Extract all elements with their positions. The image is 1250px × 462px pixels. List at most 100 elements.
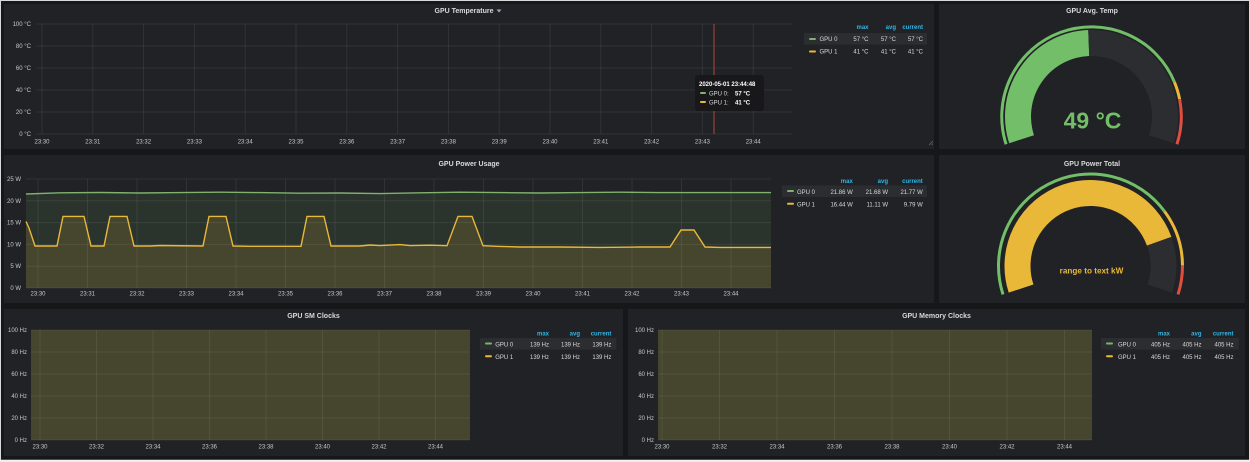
svg-text:GPU 0: GPU 0 [820,37,839,43]
svg-text:23:42: 23:42 [644,140,660,146]
svg-text:23:36: 23:36 [339,140,355,146]
svg-text:57 °C: 57 °C [853,37,869,43]
svg-text:23:32: 23:32 [136,140,152,146]
svg-text:100 Hz: 100 Hz [8,328,27,334]
svg-text:max: max [1158,331,1171,337]
svg-text:GPU Avg. Temp: GPU Avg. Temp [1066,8,1118,15]
svg-text:max: max [841,179,854,185]
svg-text:23:41: 23:41 [575,292,591,298]
svg-text:23:37: 23:37 [390,140,406,146]
svg-text:23:35: 23:35 [288,140,304,146]
svg-text:40 Hz: 40 Hz [638,394,654,400]
svg-text:max: max [537,331,550,337]
svg-text:23:39: 23:39 [476,292,492,298]
svg-text:9.79 W: 9.79 W [904,203,923,209]
svg-text:0 Hz: 0 Hz [642,438,654,444]
svg-text:80 Hz: 80 Hz [11,350,27,356]
svg-text:23:33: 23:33 [187,140,203,146]
svg-text:41 °C: 41 °C [908,49,924,55]
svg-text:41 °C: 41 °C [735,101,751,107]
svg-text:16.44 W: 16.44 W [830,203,853,209]
svg-text:23:36: 23:36 [202,445,218,451]
svg-text:GPU 0: GPU 0 [1118,342,1137,348]
svg-text:57 °C: 57 °C [735,92,751,98]
svg-text:current: current [1213,331,1234,337]
svg-text:0 Hz: 0 Hz [15,438,27,444]
svg-text:40 Hz: 40 Hz [11,394,27,400]
svg-text:80 °C: 80 °C [16,44,32,50]
svg-text:GPU 1:: GPU 1: [709,101,729,107]
svg-text:41 °C: 41 °C [853,49,869,55]
svg-text:23:34: 23:34 [238,140,254,146]
svg-text:0 °C: 0 °C [19,132,31,138]
svg-text:23:34: 23:34 [228,292,244,298]
svg-text:23:42: 23:42 [371,445,387,451]
svg-text:0 W: 0 W [10,286,21,292]
svg-text:23:38: 23:38 [441,140,457,146]
svg-text:405 Hz: 405 Hz [1151,355,1170,361]
svg-text:60 Hz: 60 Hz [11,372,27,378]
svg-text:2020-05-01 23:44:48: 2020-05-01 23:44:48 [699,82,756,88]
svg-text:20 Hz: 20 Hz [638,416,654,422]
svg-text:405 Hz: 405 Hz [1214,342,1233,348]
svg-text:GPU 0:: GPU 0: [709,92,729,98]
svg-text:23:36: 23:36 [827,445,843,451]
svg-text:100 °C: 100 °C [13,22,32,28]
svg-text:23:30: 23:30 [34,140,50,146]
svg-text:139 Hz: 139 Hz [561,342,580,348]
svg-text:23:40: 23:40 [525,292,541,298]
svg-text:21.86 W: 21.86 W [830,190,853,196]
svg-text:GPU 0: GPU 0 [797,190,816,196]
svg-text:GPU Power Usage: GPU Power Usage [438,161,499,168]
svg-text:15 W: 15 W [7,221,21,227]
svg-text:405 Hz: 405 Hz [1151,342,1170,348]
svg-text:avg: avg [1191,331,1202,337]
svg-text:23:44: 23:44 [1057,445,1073,451]
svg-text:23:38: 23:38 [258,445,274,451]
svg-text:20 Hz: 20 Hz [11,416,27,422]
svg-text:range to text kW: range to text kW [1060,267,1124,276]
svg-text:100 Hz: 100 Hz [635,328,654,334]
svg-text:GPU Memory Clocks: GPU Memory Clocks [902,313,971,320]
svg-text:23:36: 23:36 [327,292,343,298]
svg-text:23:43: 23:43 [695,140,711,146]
svg-text:405 Hz: 405 Hz [1214,355,1233,361]
svg-text:GPU Temperature: GPU Temperature [435,8,494,15]
svg-text:23:39: 23:39 [492,140,508,146]
svg-text:GPU 1: GPU 1 [797,203,816,209]
svg-text:23:44: 23:44 [723,292,739,298]
svg-text:23:44: 23:44 [746,140,762,146]
svg-text:57 °C: 57 °C [881,37,897,43]
svg-text:23:38: 23:38 [426,292,442,298]
svg-text:23:42: 23:42 [999,445,1015,451]
svg-text:139 Hz: 139 Hz [592,355,611,361]
svg-text:21.68 W: 21.68 W [866,190,889,196]
svg-text:23:37: 23:37 [377,292,393,298]
svg-text:avg: avg [886,25,897,31]
svg-text:60 °C: 60 °C [16,66,32,72]
svg-text:GPU 1: GPU 1 [1118,355,1137,361]
svg-text:23:43: 23:43 [674,292,690,298]
svg-text:GPU 1: GPU 1 [495,355,514,361]
svg-text:23:32: 23:32 [712,445,728,451]
svg-text:41 °C: 41 °C [881,49,897,55]
svg-text:23:42: 23:42 [624,292,640,298]
svg-text:23:31: 23:31 [80,292,96,298]
svg-text:139 Hz: 139 Hz [561,355,580,361]
svg-text:GPU Power Total: GPU Power Total [1064,161,1120,168]
svg-text:23:32: 23:32 [89,445,105,451]
svg-text:23:34: 23:34 [769,445,785,451]
svg-text:40 °C: 40 °C [16,88,32,94]
svg-text:23:30: 23:30 [654,445,670,451]
svg-text:GPU 0: GPU 0 [495,342,514,348]
svg-text:139 Hz: 139 Hz [592,342,611,348]
svg-text:GPU SM Clocks: GPU SM Clocks [287,313,340,320]
svg-text:57 °C: 57 °C [908,37,924,43]
svg-text:23:35: 23:35 [278,292,294,298]
svg-text:current: current [591,331,612,337]
svg-text:23:44: 23:44 [428,445,444,451]
svg-text:23:31: 23:31 [85,140,101,146]
svg-text:405 Hz: 405 Hz [1182,342,1201,348]
svg-text:current: current [902,179,923,185]
svg-text:10 W: 10 W [7,242,21,248]
